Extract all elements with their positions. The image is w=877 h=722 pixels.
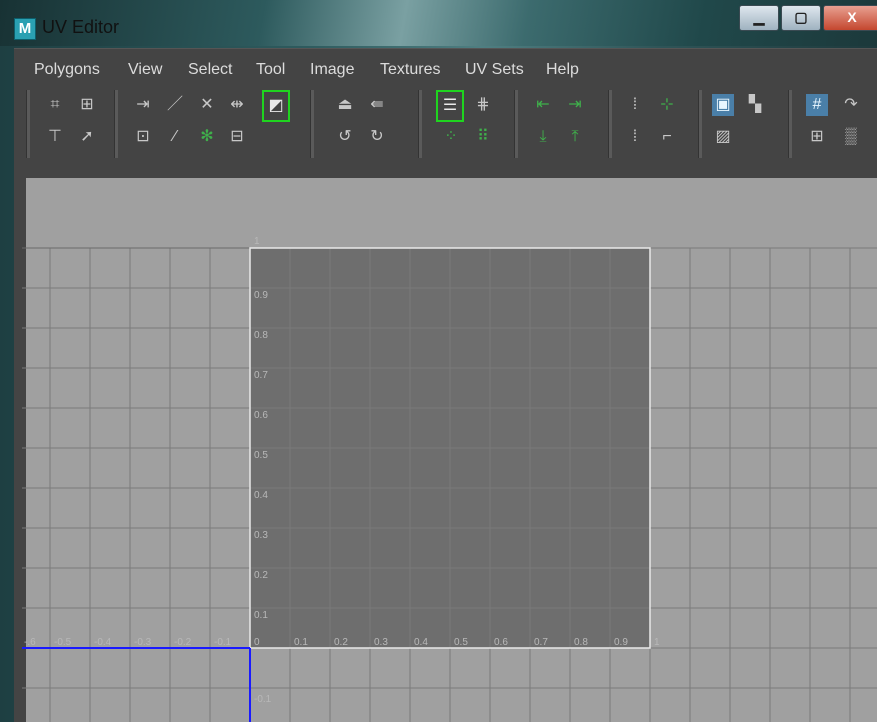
axis-label-u: 0.8 <box>574 637 588 648</box>
rotate-cw-icon[interactable]: ↻ <box>366 126 388 148</box>
toolbar-separator <box>788 90 792 158</box>
bottom-align-icon[interactable]: ⤓ <box>532 126 554 148</box>
axis-label-v: -0.1 <box>254 694 272 705</box>
menu-bar: Polygons View Select Tool Image Textures… <box>14 48 877 83</box>
axis-label-u: 0.9 <box>614 637 628 648</box>
axis-label-u: 0.7 <box>534 637 548 648</box>
menu-image[interactable]: Image <box>310 61 354 79</box>
axis-label-u: -0.2 <box>174 637 192 648</box>
axis-label-v: 0.5 <box>254 450 268 461</box>
menu-uv-sets[interactable]: UV Sets <box>465 61 524 79</box>
left-align-icon[interactable]: ⇤ <box>532 94 554 116</box>
axis-label-v: 1 <box>254 236 260 247</box>
uv-viewport[interactable]: -.6 -0.5 -0.4 -0.3 -0.2 -0.1 0 0.1 0.2 0.3 0.4 0.5 0… <box>22 178 877 722</box>
dim-image-icon[interactable]: ▨ <box>712 126 734 148</box>
flip-u-icon[interactable]: ⏏ <box>334 94 356 116</box>
axis-label-u: 0.2 <box>334 637 348 648</box>
layout-uvs-icon[interactable]: ⌗ <box>44 94 66 116</box>
uv-grid-toggle-icon[interactable]: # <box>806 94 828 116</box>
toolbar-separator <box>114 90 118 158</box>
move-sew-icon[interactable]: ⇹ <box>226 94 248 116</box>
uv-grid-canvas[interactable]: -.6 -0.5 -0.4 -0.3 -0.2 -0.1 0 0.1 0.2 0.3 0.4 0.5 0… <box>22 178 877 722</box>
menu-help[interactable]: Help <box>546 61 579 79</box>
axis-label-u: 0.4 <box>414 637 428 648</box>
grid-snap-icon[interactable]: ⠿ <box>472 126 494 148</box>
title-bar[interactable]: M UV Editor ▁ ▢ X <box>0 0 877 46</box>
axis-label-v: 0.8 <box>254 330 268 341</box>
minimize-icon: ▁ <box>753 9 765 25</box>
maximize-icon: ▢ <box>794 9 808 25</box>
toolbar-separator <box>310 90 314 158</box>
checker-icon[interactable]: ▚ <box>744 94 766 116</box>
axis-label-u: 0 <box>254 637 260 648</box>
axis-label-v: 0.3 <box>254 530 268 541</box>
axis-label-u: -.6 <box>24 637 36 648</box>
select-shell-icon[interactable]: ⊤ <box>44 126 66 148</box>
optimize-icon[interactable]: ✻ <box>196 126 218 148</box>
maya-logo-icon: M <box>14 18 36 40</box>
add-uv-icon[interactable]: ⊹ <box>656 94 678 116</box>
menu-textures[interactable]: Textures <box>380 61 440 79</box>
brush-icon[interactable]: ／ <box>164 94 186 116</box>
snap-icon[interactable]: ⋕ <box>472 94 494 116</box>
axis-label-v: 0.4 <box>254 490 268 501</box>
create-uv-icon[interactable]: ⊡ <box>132 126 154 148</box>
flip-v-icon[interactable]: ⇚ <box>366 94 388 116</box>
pointer-icon[interactable]: ➚ <box>76 126 98 148</box>
close-button[interactable]: X <box>823 5 877 31</box>
planar-icon[interactable]: ⊟ <box>226 126 248 148</box>
axis-label-v: 0.1 <box>254 610 268 621</box>
frame-icon[interactable]: ⌐ <box>656 126 678 148</box>
menu-tool[interactable]: Tool <box>256 61 285 79</box>
axis-label-v: 0.9 <box>254 290 268 301</box>
menu-view[interactable]: View <box>128 61 162 79</box>
uv-editor-window: M UV Editor ▁ ▢ X Polygons View Select T… <box>0 0 877 722</box>
close-icon: X <box>847 9 857 25</box>
toolbar-separator <box>698 90 702 158</box>
axis-label-u: 0.3 <box>374 637 388 648</box>
grid-icon[interactable]: ⁞ <box>624 94 646 116</box>
axis-label-v: 0.2 <box>254 570 268 581</box>
axis-label-u: -0.4 <box>94 637 112 648</box>
axis-label-u: 0.5 <box>454 637 468 648</box>
unfold-icon[interactable]: ◩ <box>262 90 290 122</box>
toolbar-separator <box>418 90 422 158</box>
cut-uvs-icon[interactable]: ⊞ <box>76 94 98 116</box>
grid-display-icon[interactable]: ⊞ <box>806 126 828 148</box>
window-title: UV Editor <box>42 17 120 37</box>
axis-label-u: 0.6 <box>494 637 508 648</box>
distribute-icon[interactable]: ⁘ <box>440 126 462 148</box>
editor-frame: Polygons View Select Tool Image Textures… <box>14 48 877 722</box>
window-controls: ▁ ▢ X <box>737 5 877 33</box>
axis-label-u: -0.1 <box>214 637 232 648</box>
axis-label-u: -0.5 <box>54 637 72 648</box>
axis-label-u: 1 <box>654 637 660 648</box>
axis-label-u: 0.1 <box>294 637 308 648</box>
delete-icon[interactable]: ✕ <box>196 94 218 116</box>
toolbar-separator <box>514 90 518 158</box>
maximize-button[interactable]: ▢ <box>781 5 821 31</box>
top-align-icon[interactable]: ⤒ <box>564 126 586 148</box>
align-icon[interactable]: ☰ <box>436 90 464 122</box>
rotate-icon[interactable]: ↷ <box>840 94 862 116</box>
toolbar: ⌗ ⊞ ⊤ ➚ ⇥ ／ ✕ ⇹ ◩ ⊡ ⁄ ✻ ⊟ ⏏ ⇚ ↺ ↻ ☰ ⋕ ⁘ … <box>14 82 877 178</box>
menu-polygons[interactable]: Polygons <box>34 61 100 79</box>
sew-uvs-icon[interactable]: ⇥ <box>132 94 154 116</box>
cut-tool-icon[interactable]: ⁄ <box>164 126 186 148</box>
minimize-button[interactable]: ▁ <box>739 5 779 31</box>
axis-label-v: 0.6 <box>254 410 268 421</box>
axis-label-u: -0.3 <box>134 637 152 648</box>
shaded-icon[interactable]: ▒ <box>840 126 862 148</box>
rotate-ccw-icon[interactable]: ↺ <box>334 126 356 148</box>
axis-label-v: 0.7 <box>254 370 268 381</box>
image-display-icon[interactable]: ▣ <box>712 94 734 116</box>
snapshot-icon[interactable]: ⁞ <box>624 126 646 148</box>
menu-select[interactable]: Select <box>188 61 232 79</box>
toolbar-separator <box>26 90 30 158</box>
toolbar-separator <box>608 90 612 158</box>
right-align-icon[interactable]: ⇥ <box>564 94 586 116</box>
